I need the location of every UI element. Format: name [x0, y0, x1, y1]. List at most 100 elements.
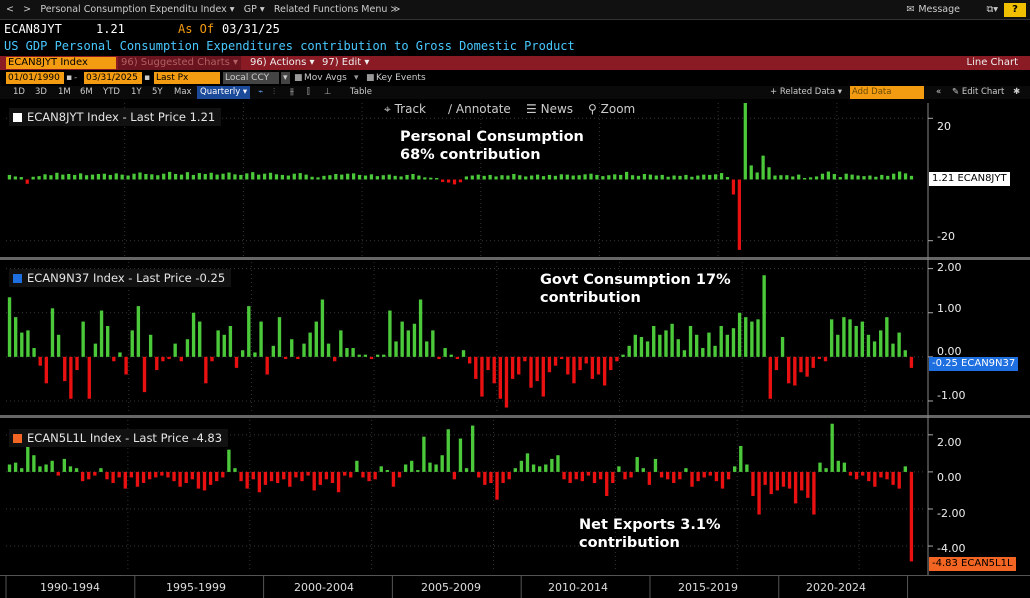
- chart-bar: [824, 468, 828, 472]
- legend-label-1: ECAN8JYT Index - Last Price 1.21: [27, 110, 216, 124]
- chart-bar: [160, 471, 164, 476]
- help-button[interactable]: ?: [1004, 3, 1026, 17]
- chart-bar: [147, 471, 152, 480]
- chart-bar: [531, 464, 536, 472]
- chart-bar: [7, 297, 12, 357]
- chart-bar: [461, 350, 466, 357]
- chart-bar: [333, 356, 337, 362]
- chart-bar: [458, 179, 463, 183]
- chart-bar: [702, 471, 706, 478]
- range-6m[interactable]: 6M: [80, 86, 93, 99]
- step-icon[interactable]: ⊥: [324, 86, 331, 99]
- range-3d[interactable]: 3D: [35, 86, 47, 99]
- chart-bar: [629, 471, 633, 478]
- ohlc-icon[interactable]: ⫵: [290, 86, 294, 99]
- chart-bar: [713, 345, 717, 357]
- chart-bar: [275, 471, 280, 484]
- back-arrow-icon[interactable]: <: [6, 0, 14, 20]
- chart-bar: [257, 471, 262, 493]
- chart-bar: [544, 464, 548, 472]
- chart-bar: [221, 471, 225, 478]
- chart-bar: [67, 173, 71, 180]
- collapse-icon[interactable]: «: [936, 86, 941, 99]
- chart-bar: [803, 177, 807, 180]
- chart-bar: [120, 174, 124, 180]
- chart-bar: [75, 356, 79, 371]
- chart-bar: [720, 471, 725, 489]
- settings-gear-icon[interactable]: ✱: [1013, 86, 1020, 99]
- mov-avgs-checkbox[interactable]: ■: [294, 72, 303, 84]
- bar-chart-icon[interactable]: ⫶: [273, 86, 275, 99]
- suggested-charts-button[interactable]: 96) Suggested Charts ▾: [118, 56, 242, 70]
- chart-bar: [658, 334, 662, 357]
- window-options-icon[interactable]: ⧉▾: [986, 0, 998, 20]
- table-button[interactable]: Table: [350, 86, 372, 99]
- chart-bar: [568, 471, 572, 484]
- mov-avgs-dropdown-icon[interactable]: ▾: [354, 72, 359, 84]
- chart-bar: [696, 471, 700, 482]
- gp-dropdown[interactable]: GP ▾: [244, 0, 265, 20]
- legend-net-exports[interactable]: ECAN5L1L Index - Last Price -4.83: [9, 429, 229, 447]
- related-data-button[interactable]: + Related Data ▾: [770, 86, 842, 99]
- range-max[interactable]: Max: [174, 86, 192, 99]
- end-date-input[interactable]: 03/31/2025: [84, 72, 142, 84]
- start-date-input[interactable]: 01/01/1990: [6, 72, 64, 84]
- chart-bar: [288, 471, 292, 487]
- range-1d[interactable]: 1D: [13, 86, 25, 99]
- line-chart-icon[interactable]: ⌁: [258, 86, 263, 99]
- chart-bar: [129, 471, 134, 478]
- actions-button[interactable]: 96) Actions ▾: [250, 56, 315, 70]
- chart-bar: [55, 172, 59, 180]
- range-ytd[interactable]: YTD: [103, 86, 120, 99]
- track-tool[interactable]: ⌖ Track: [384, 102, 426, 117]
- chart-bar: [866, 334, 871, 357]
- key-events-checkbox[interactable]: ■: [366, 72, 375, 84]
- related-functions-menu[interactable]: Related Functions Menu ≫: [274, 0, 401, 20]
- x-axis-label: 2020-2024: [806, 581, 866, 594]
- chart-bar: [173, 173, 178, 180]
- chart-bar: [868, 175, 872, 180]
- chart-bar: [268, 172, 273, 180]
- chart-bar: [330, 471, 335, 484]
- chart-bar: [191, 312, 196, 357]
- range-5y[interactable]: 5Y: [152, 86, 163, 99]
- range-1m[interactable]: 1M: [58, 86, 71, 99]
- chart-bar: [26, 330, 30, 357]
- news-tool[interactable]: ☰ News: [526, 102, 573, 116]
- currency-dropdown-icon[interactable]: ▾: [281, 72, 290, 84]
- edit-button[interactable]: 97) Edit ▾: [322, 56, 369, 70]
- chart-type-label[interactable]: Line Chart: [967, 56, 1019, 70]
- chart-bar: [707, 332, 711, 357]
- chart-bar: [61, 174, 65, 180]
- price-field-select[interactable]: Last Px: [154, 72, 220, 84]
- zoom-tool[interactable]: ⚲ Zoom: [588, 102, 635, 116]
- chart-bar: [501, 471, 505, 484]
- title-dropdown[interactable]: Personal Consumption Expenditu Index ▾: [40, 0, 234, 20]
- y-tick: 2.00: [937, 436, 962, 449]
- chart-bar: [106, 325, 110, 357]
- currency-select[interactable]: Local CCY: [223, 72, 279, 84]
- end-date-calendar-icon[interactable]: ▪: [144, 72, 150, 84]
- forward-arrow-icon[interactable]: >: [23, 0, 31, 20]
- start-date-calendar-icon[interactable]: ▪: [66, 72, 72, 84]
- candle-icon[interactable]: ⫿: [307, 86, 310, 99]
- period-select[interactable]: Quarterly ▾: [197, 86, 251, 99]
- chart-bar: [154, 471, 158, 478]
- legend-govt-consumption[interactable]: ECAN9N37 Index - Last Price -0.25: [9, 269, 232, 287]
- chart-bar: [745, 464, 749, 472]
- chart-bar: [363, 175, 368, 180]
- date-separator: -: [74, 73, 78, 83]
- chart-bar: [635, 457, 639, 472]
- chart-bar: [431, 330, 435, 357]
- message-button[interactable]: ✉ Message: [906, 0, 960, 20]
- legend-personal-consumption[interactable]: ECAN8JYT Index - Last Price 1.21: [9, 108, 222, 126]
- security-input[interactable]: ECAN8JYT Index: [6, 57, 116, 69]
- chart-bar: [50, 308, 55, 357]
- chart-bar: [633, 334, 637, 357]
- chart-bar: [489, 471, 493, 484]
- add-data-input[interactable]: Add Data: [850, 86, 924, 99]
- chart-bar: [714, 471, 719, 482]
- annotate-tool[interactable]: ∕ Annotate: [448, 102, 511, 116]
- range-1y[interactable]: 1Y: [131, 86, 142, 99]
- edit-chart-button[interactable]: ✎ Edit Chart: [952, 86, 1004, 99]
